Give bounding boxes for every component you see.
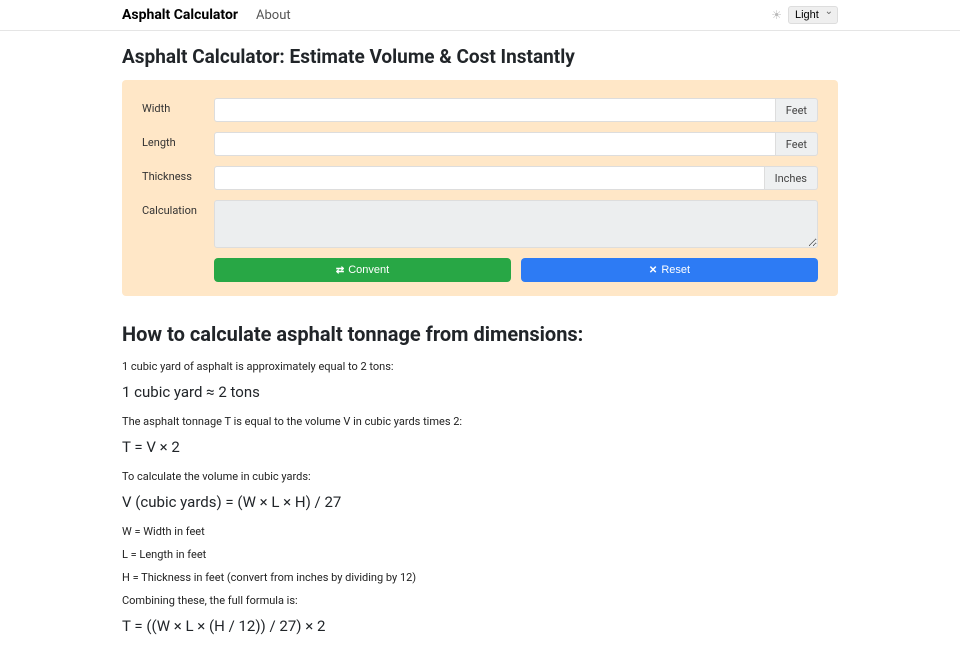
width-label: Width (142, 98, 214, 115)
thickness-input[interactable] (214, 166, 765, 190)
width-unit: Feet (776, 98, 818, 122)
convert-button[interactable]: ⇄ Convent (214, 258, 511, 282)
navbar: Asphalt Calculator About ☀ Light (0, 0, 960, 31)
howto-p1: 1 cubic yard of asphalt is approximately… (122, 360, 838, 373)
page-title: Asphalt Calculator: Estimate Volume & Co… (122, 45, 838, 68)
howto-formula-3: V (cubic yards) = (W × L × H) / 27 (122, 493, 838, 511)
sun-icon: ☀ (771, 8, 782, 22)
howto-p3: To calculate the volume in cubic yards: (122, 470, 838, 483)
howto-prose: 1 cubic yard of asphalt is approximately… (122, 360, 838, 635)
thickness-label: Thickness (142, 166, 214, 183)
brand[interactable]: Asphalt Calculator (122, 7, 238, 23)
calculation-output (214, 200, 818, 248)
howto-formula-2: T = V × 2 (122, 438, 838, 456)
howto-p4: W = Width in feet (122, 525, 838, 538)
calculator-card: Width Feet Length Feet Thickness Inches … (122, 80, 838, 296)
convert-icon: ⇄ (336, 265, 344, 276)
reset-button-label: Reset (661, 264, 690, 276)
howto-p6: H = Thickness in feet (convert from inch… (122, 571, 838, 584)
close-icon: ✕ (649, 265, 657, 276)
howto-heading: How to calculate asphalt tonnage from di… (122, 322, 838, 346)
howto-p5: L = Length in feet (122, 548, 838, 561)
length-label: Length (142, 132, 214, 149)
howto-formula-1: 1 cubic yard ≈ 2 tons (122, 383, 838, 401)
howto-p7: Combining these, the full formula is: (122, 594, 838, 607)
calculation-label: Calculation (142, 200, 214, 217)
convert-button-label: Convent (348, 264, 389, 276)
nav-about-link[interactable]: About (256, 8, 291, 23)
length-input[interactable] (214, 132, 776, 156)
reset-button[interactable]: ✕ Reset (521, 258, 818, 282)
width-input[interactable] (214, 98, 776, 122)
theme-select[interactable]: Light (788, 6, 838, 24)
thickness-unit: Inches (765, 166, 818, 190)
howto-formula-4: T = ((W × L × (H / 12)) / 27) × 2 (122, 617, 838, 635)
howto-p2: The asphalt tonnage T is equal to the vo… (122, 415, 838, 428)
length-unit: Feet (776, 132, 818, 156)
